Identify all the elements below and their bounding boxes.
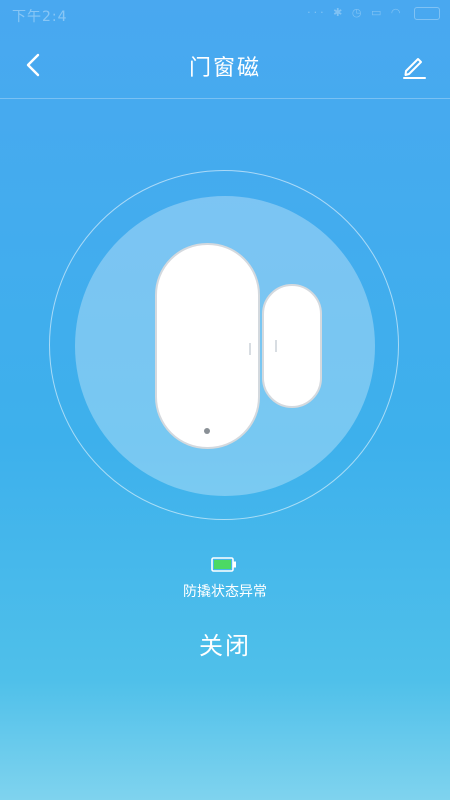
bluetooth-icon: ✱ [333, 6, 346, 19]
pencil-icon [403, 58, 426, 79]
magnet-alignment-mark [275, 340, 277, 352]
status-icons: ··· ✱ ◷ ▭ ◠ [307, 6, 440, 20]
tamper-status: 防撬状态异常 [183, 584, 267, 600]
magnet-icon [262, 284, 322, 408]
page-title: 门窗磁 [188, 56, 261, 81]
back-button[interactable] [14, 48, 54, 84]
sensor-alignment-mark [249, 343, 251, 355]
header: 门窗磁 [0, 30, 450, 99]
edit-button[interactable] [398, 50, 430, 82]
device-state: 关闭 [199, 632, 251, 660]
sensor-indicator-dot [204, 428, 210, 434]
door-window-sensor-icon [155, 243, 260, 449]
status-bar: 下午2:4 ··· ✱ ◷ ▭ ◠ [0, 0, 450, 30]
signal-icon: ··· [307, 6, 327, 19]
status-time: 下午2:4 [12, 9, 68, 25]
message-icon: ▭ [370, 6, 385, 19]
battery-status-icon [414, 6, 440, 20]
wifi-icon: ◠ [390, 6, 404, 19]
chevron-left-icon [26, 53, 40, 77]
battery-icon [211, 557, 236, 572]
alarm-icon: ◷ [351, 6, 365, 19]
